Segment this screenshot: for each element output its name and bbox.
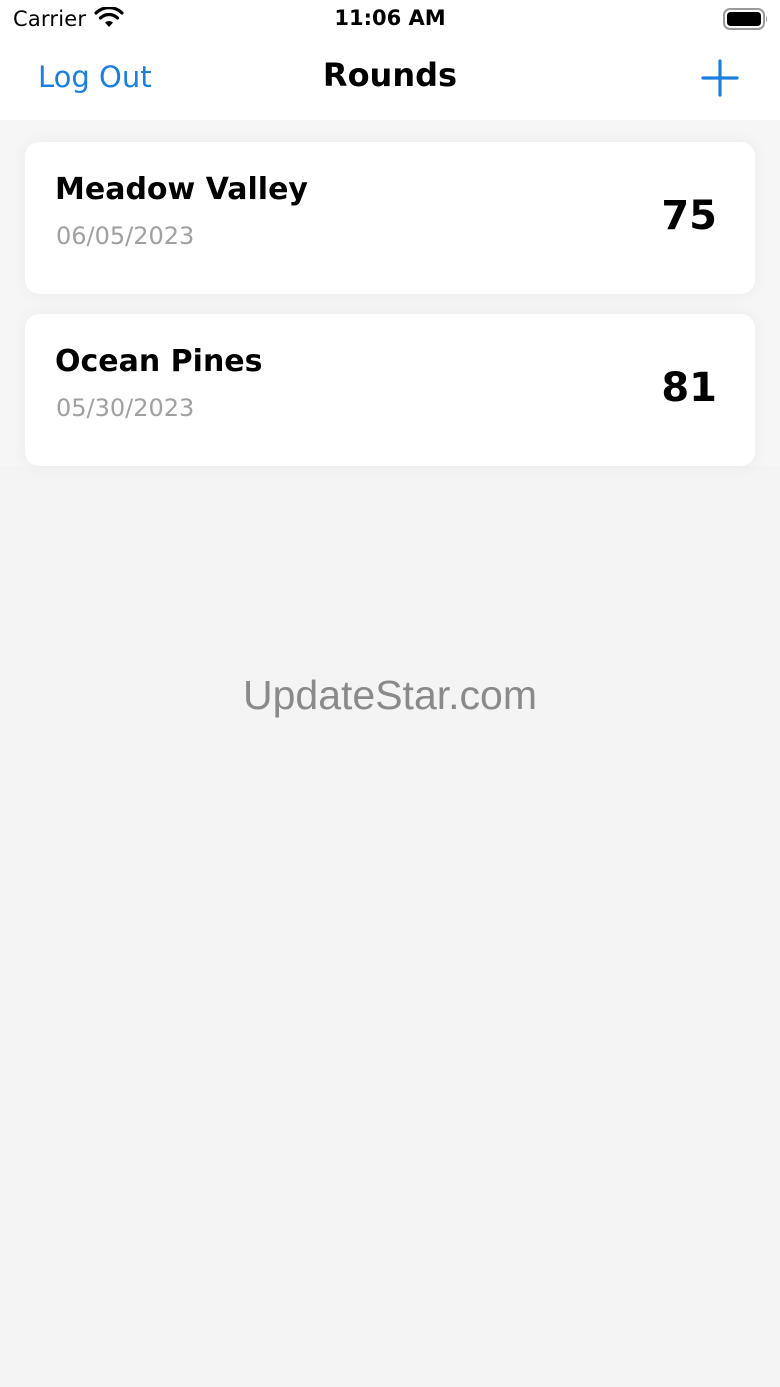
status-bar: Carrier 11:06 AM [0, 0, 780, 40]
round-date: 06/05/2023 [56, 222, 195, 250]
add-round-button[interactable] [700, 58, 740, 98]
battery-icon [723, 8, 768, 30]
round-card[interactable]: Ocean Pines 05/30/2023 81 [25, 314, 755, 466]
course-name: Ocean Pines [55, 344, 263, 379]
course-name: Meadow Valley [55, 172, 308, 207]
watermark: UpdateStar.com [243, 672, 537, 718]
round-date: 05/30/2023 [56, 394, 195, 422]
round-card[interactable]: Meadow Valley 06/05/2023 75 [25, 142, 755, 294]
plus-icon [701, 59, 739, 97]
round-score: 75 [661, 193, 717, 239]
navigation-bar: Log Out Rounds [0, 40, 780, 120]
round-score: 81 [661, 365, 717, 411]
rounds-list: Meadow Valley 06/05/2023 75 Ocean Pines … [0, 120, 780, 466]
clock: 11:06 AM [334, 6, 446, 30]
page-title: Rounds [322, 56, 458, 94]
